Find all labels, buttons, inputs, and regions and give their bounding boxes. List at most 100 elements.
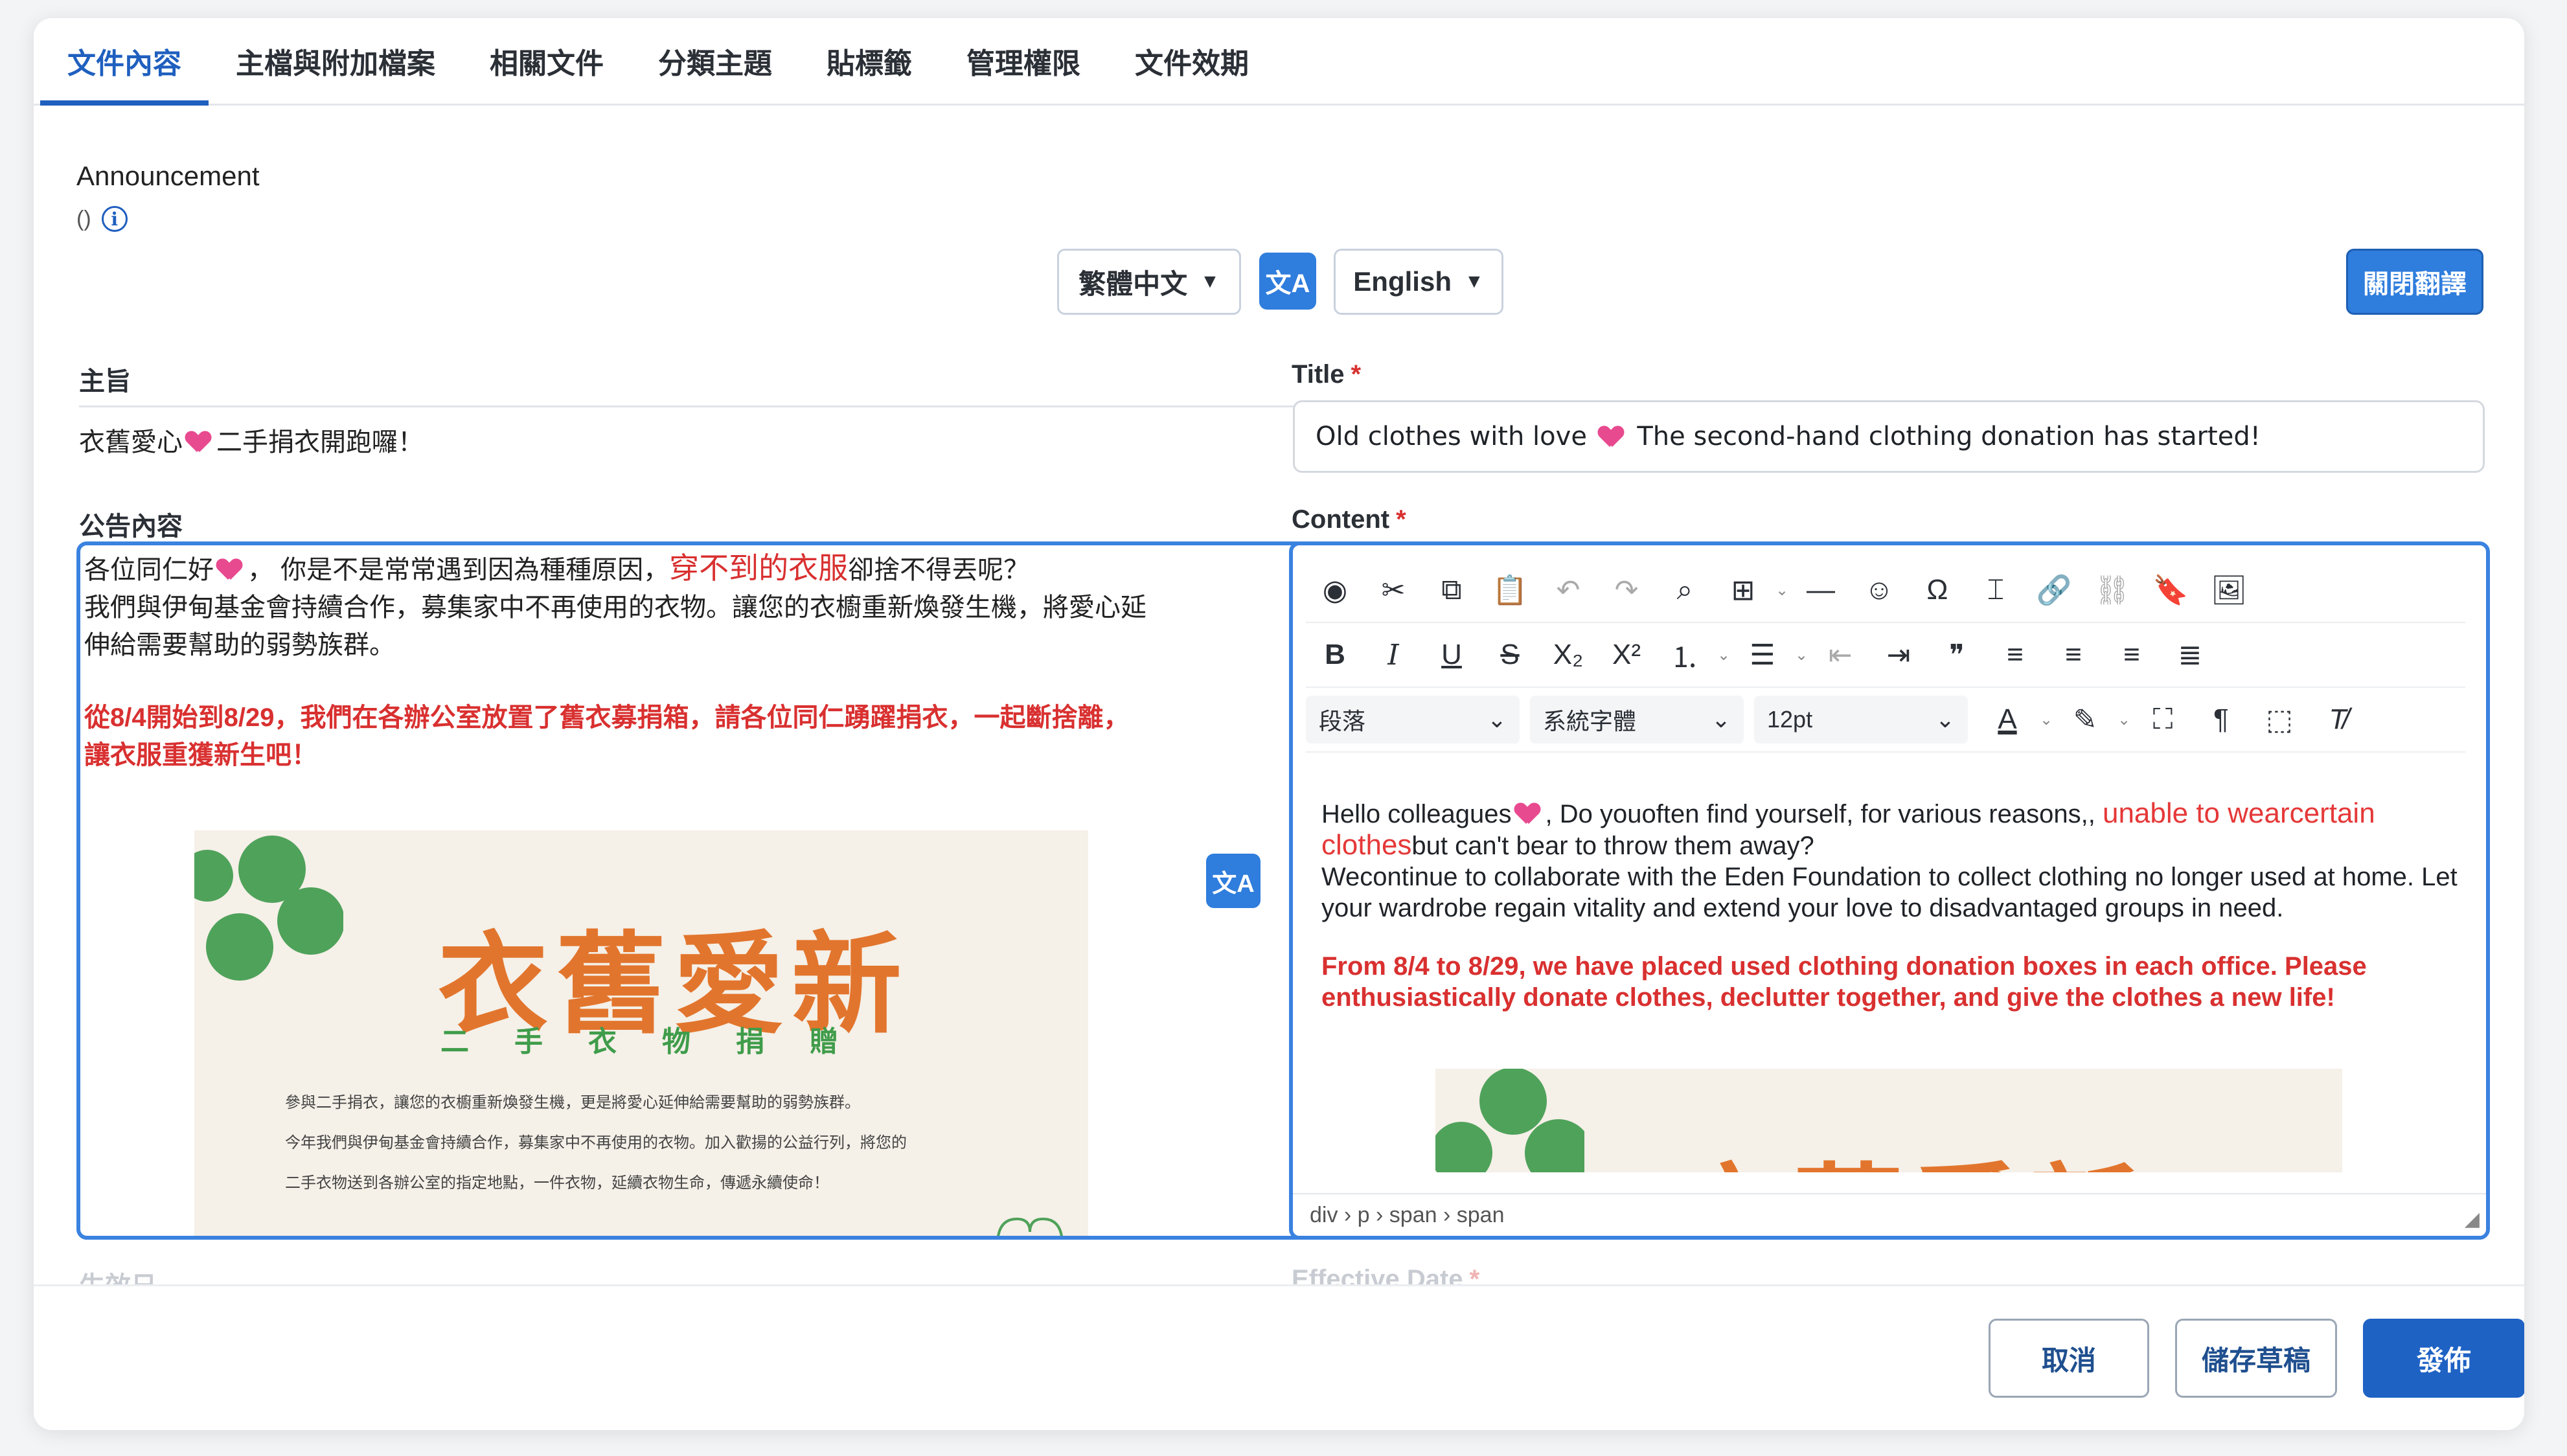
chevron-down-icon[interactable]: ⌄ <box>1772 564 1792 616</box>
outdent-icon[interactable]: ⇤ <box>1811 629 1869 681</box>
preview-icon[interactable]: ◉ <box>1306 564 1364 616</box>
chevron-down-icon: ⌄ <box>1711 706 1731 733</box>
tab-tags[interactable]: 貼標籤 <box>799 18 939 104</box>
heart-outline-icon <box>997 1217 1063 1236</box>
cancel-button[interactable]: 取消 <box>1989 1319 2149 1398</box>
poster-line-2: 今年我們與伊甸基金會持續合作，募集家中不再使用的衣物。加入歡揚的公益行列，將您的 <box>285 1134 907 1152</box>
align-right-icon[interactable]: ≡ <box>2103 629 2161 681</box>
table-icon[interactable]: ⊞ <box>1714 564 1772 616</box>
content-label-en: Content * <box>1292 505 1406 534</box>
emoji-icon[interactable]: ☺ <box>1850 564 1908 616</box>
search-icon[interactable]: ⌕ <box>1656 564 1714 616</box>
align-center-icon[interactable]: ≡ <box>2044 629 2103 681</box>
translate-icon: 文A <box>1212 870 1255 898</box>
left-line-1a: 各位同仁好 <box>84 556 214 584</box>
translate-button[interactable]: 文A <box>1259 253 1316 310</box>
donation-poster-image: 衣舊愛新 二手衣物捐贈 參與二手捐衣，讓您的衣櫥重新煥發生機，更是將愛心延伸給需… <box>194 830 1088 1236</box>
page-break-icon[interactable]: ⌶ <box>1967 564 2025 616</box>
link-icon[interactable]: 🔗 <box>2025 564 2083 616</box>
required-mark: * <box>1396 505 1406 534</box>
redo-icon[interactable]: ↷ <box>1597 564 1656 616</box>
target-language-select[interactable]: English ▼ <box>1334 249 1503 315</box>
image-icon[interactable]: 🖼 <box>2200 564 2258 616</box>
superscript-icon[interactable]: X² <box>1597 629 1656 681</box>
caret-down-icon: ▼ <box>1464 271 1484 292</box>
bookmark-icon[interactable]: 🔖 <box>2141 564 2200 616</box>
undo-icon[interactable]: ↶ <box>1539 564 1597 616</box>
special-char-icon[interactable]: Ω <box>1908 564 1967 616</box>
paragraph-select[interactable]: 段落 ⌄ <box>1306 696 1520 744</box>
editor-body[interactable]: Hello colleagues , Do youoften find yours… <box>1321 798 2468 1013</box>
bullet-list-icon[interactable]: ☰ <box>1733 629 1792 681</box>
horizontal-rule-icon[interactable]: — <box>1792 564 1850 616</box>
text-color-icon[interactable]: A <box>1978 694 2036 745</box>
blockquote-icon[interactable]: ❞ <box>1928 629 1986 681</box>
chevron-down-icon: ⌄ <box>1935 706 1955 733</box>
title-text-b: The second-hand clothing donation has st… <box>1637 422 2261 451</box>
show-blocks-icon[interactable]: ¶ <box>2192 694 2250 745</box>
strikethrough-icon[interactable]: S <box>1481 629 1539 681</box>
heart-icon <box>1514 801 1543 826</box>
copy-icon[interactable]: ⧉ <box>1422 564 1481 616</box>
left-red-line-2: 讓衣服重獲新生吧！ <box>84 741 317 769</box>
font-family-select[interactable]: 系統字體 ⌄ <box>1530 696 1744 744</box>
font-size-select[interactable]: 12pt ⌄ <box>1754 696 1968 744</box>
inline-translate-button[interactable]: 文A <box>1206 854 1261 908</box>
poster-lines: 參與二手捐衣，讓您的衣櫥重新煥發生機，更是將愛心延伸給需要幫助的弱勢族群。 今年… <box>285 1083 907 1203</box>
bold-icon[interactable]: B <box>1306 629 1364 681</box>
close-translation-button[interactable]: 關閉翻譯 <box>2346 249 2483 315</box>
tab-related-documents[interactable]: 相關文件 <box>462 18 631 104</box>
align-left-icon[interactable]: ≡ <box>1986 629 2044 681</box>
title-input[interactable]: Old clothes with love The second-hand cl… <box>1293 400 2485 473</box>
chevron-down-icon[interactable]: ⌄ <box>2114 694 2134 745</box>
tab-main-attachments[interactable]: 主檔與附加檔案 <box>209 18 462 104</box>
tab-bar: 文件內容 主檔與附加檔案 相關文件 分類主題 貼標籤 管理權限 文件效期 <box>34 18 2524 106</box>
highlight-icon[interactable]: ✎ <box>2056 694 2114 745</box>
cut-icon[interactable]: ✂ <box>1364 564 1422 616</box>
title-label-text: Title <box>1292 360 1345 389</box>
source-language-select[interactable]: 繁體中文 ▼ <box>1057 249 1241 315</box>
paste-icon[interactable]: 📋 <box>1481 564 1539 616</box>
heart-icon <box>1598 424 1626 449</box>
info-icon[interactable]: i <box>101 206 128 232</box>
editor-toolbar-row-3: 段落 ⌄ 系統字體 ⌄ 12pt ⌄ A ⌄ ✎ ⌄ ⛶ ¶ ⬚ T̸ <box>1306 688 2465 753</box>
editor-poster-title: 衣舊愛新 <box>1675 1127 2147 1172</box>
tab-document-validity[interactable]: 文件效期 <box>1108 18 1276 104</box>
tab-document-content[interactable]: 文件內容 <box>40 18 209 106</box>
unlink-icon[interactable]: ⛓ <box>2083 564 2141 616</box>
section-subtitle-text: () <box>76 206 91 231</box>
tab-categories[interactable]: 分類主題 <box>631 18 799 104</box>
chevron-down-icon[interactable]: ⌄ <box>2036 694 2056 745</box>
left-line-1b: ， 你是不是常常遇到因為種種原因， <box>247 556 670 584</box>
heart-icon <box>216 556 245 582</box>
chevron-down-icon[interactable]: ⌄ <box>1714 629 1733 681</box>
save-draft-button[interactable]: 儲存草稿 <box>2175 1319 2337 1398</box>
tab-permissions[interactable]: 管理權限 <box>939 18 1108 104</box>
numbered-list-icon[interactable]: ⒈ <box>1656 629 1714 681</box>
rich-text-editor[interactable]: ◉ ✂ ⧉ 📋 ↶ ↷ ⌕ ⊞ ⌄ — ☺ Ω ⌶ 🔗 ⛓ 🔖 🖼 B I U … <box>1289 541 2490 1240</box>
indent-icon[interactable]: ⇥ <box>1869 629 1928 681</box>
font-select-value: 系統字體 <box>1543 708 1637 734</box>
subscript-icon[interactable]: X₂ <box>1539 629 1597 681</box>
left-red-line-1: 從8/4開始到8/29，我們在各辦公室放置了舊衣募捐箱，請各位同仁踴躍捐衣，一起… <box>84 703 1130 732</box>
editor-paragraph-3: From 8/4 to 8/29, we have placed used cl… <box>1321 952 2367 1012</box>
italic-icon[interactable]: I <box>1364 629 1422 681</box>
underline-icon[interactable]: U <box>1422 629 1481 681</box>
chevron-down-icon[interactable]: ⌄ <box>1792 629 1811 681</box>
left-content-box[interactable]: 各位同仁好 ， 你是不是常常遇到因為種種原因，穿不到的衣服卻捨不得丟呢？ 我們與伊… <box>76 541 1307 1240</box>
resize-handle-icon[interactable]: ◢ <box>2465 1208 2480 1231</box>
subject-divider <box>79 405 1313 407</box>
poster-subtitle: 二手衣物捐贈 <box>440 1026 884 1058</box>
size-select-value: 12pt <box>1767 706 1813 733</box>
document-card: 文件內容 主檔與附加檔案 相關文件 分類主題 貼標籤 管理權限 文件效期 Ann… <box>34 18 2524 1430</box>
visual-aid-icon[interactable]: ⬚ <box>2250 694 2309 745</box>
editor-toolbar-row-2: B I U S X₂ X² ⒈ ⌄ ☰ ⌄ ⇤ ⇥ ❞ ≡ ≡ ≡ ≣ <box>1306 623 2465 688</box>
publish-button[interactable]: 發佈 <box>2363 1319 2524 1398</box>
content-label-en-text: Content <box>1292 505 1390 534</box>
align-justify-icon[interactable]: ≣ <box>2161 629 2219 681</box>
clear-format-icon[interactable]: T̸ <box>2309 694 2367 745</box>
editor-toolbar-row-1: ◉ ✂ ⧉ 📋 ↶ ↷ ⌕ ⊞ ⌄ — ☺ Ω ⌶ 🔗 ⛓ 🔖 🖼 <box>1306 558 2465 623</box>
fullscreen-icon[interactable]: ⛶ <box>2134 694 2192 745</box>
section-subtitle: () i <box>76 206 128 232</box>
